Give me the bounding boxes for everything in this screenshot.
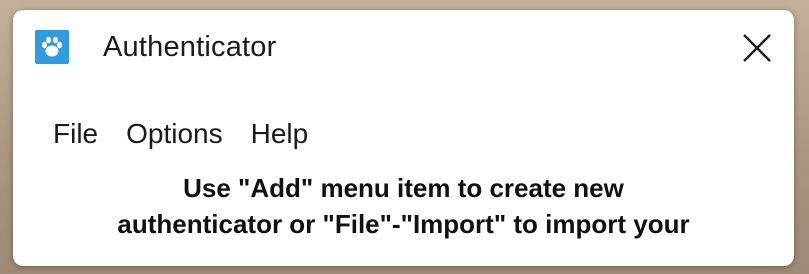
menu-help[interactable]: Help <box>237 116 323 152</box>
title-bar[interactable]: Authenticator <box>13 10 794 88</box>
close-icon <box>743 34 771 62</box>
menu-file[interactable]: File <box>39 116 112 152</box>
window-title: Authenticator <box>103 31 277 63</box>
message-line-1: Use "Add" menu item to create new <box>183 173 624 203</box>
close-button[interactable] <box>729 22 785 74</box>
menu-options[interactable]: Options <box>112 116 237 152</box>
menu-bar: File Options Help <box>39 114 322 154</box>
app-window: Authenticator File Options Help Use "Add… <box>13 10 794 266</box>
empty-state-message: Use "Add" menu item to create new authen… <box>13 170 794 242</box>
message-line-2: authenticator or "File"-"Import" to impo… <box>117 209 690 239</box>
paw-icon <box>35 30 69 64</box>
